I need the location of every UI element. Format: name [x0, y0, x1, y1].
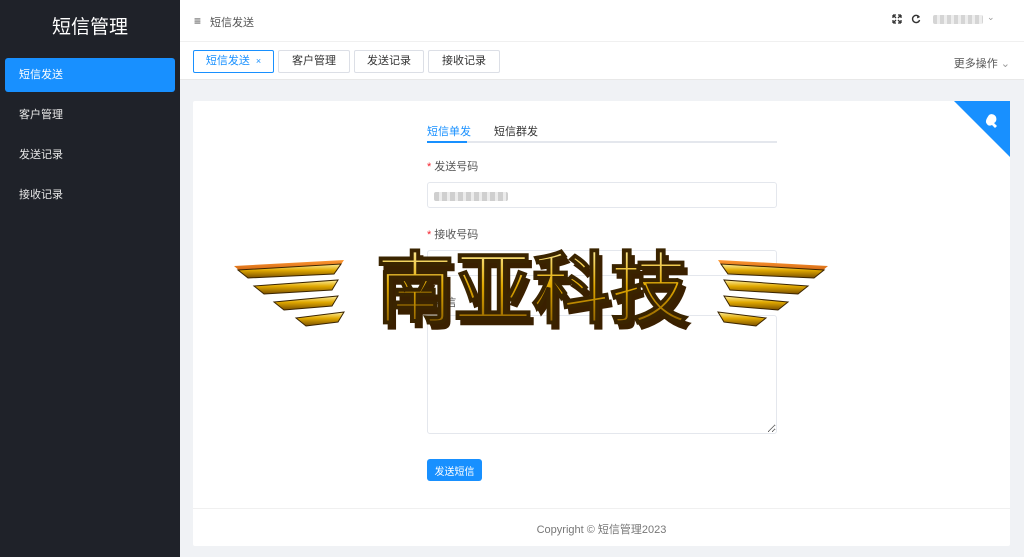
fullscreen-icon[interactable]: [892, 14, 902, 27]
sidebar-item-send-records[interactable]: 发送记录: [0, 138, 180, 172]
sender-value: [434, 192, 508, 201]
watermark-text: 南亚科技: [376, 245, 688, 335]
chevron-down-icon[interactable]: ⌄: [987, 12, 995, 23]
tab-send-records[interactable]: 发送记录: [354, 50, 424, 73]
github-corner-icon[interactable]: [954, 101, 1010, 157]
tab-sms-send[interactable]: 短信发送 ×: [193, 50, 274, 73]
top-header: ≡ 短信发送 ⌄: [180, 0, 1024, 42]
footer-divider: [193, 508, 1010, 509]
watermark-logo: 南亚科技 南亚科技: [234, 244, 828, 341]
right-wing: [717, 260, 828, 327]
tab-label: 短信发送: [205, 55, 250, 67]
sidebar: 短信管理 短信发送 客户管理 发送记录 接收记录: [0, 0, 180, 557]
left-wing: [234, 260, 345, 327]
form-tabs: 短信单发 短信群发: [427, 114, 777, 143]
tab-customers[interactable]: 客户管理: [278, 50, 350, 73]
tab-receive-records[interactable]: 接收记录: [428, 50, 500, 73]
sender-label: * 发送号码: [427, 158, 478, 174]
tab-group-send[interactable]: 短信群发: [494, 123, 538, 139]
tag-bar: 短信发送 × 客户管理 发送记录 接收记录 更多操作 ⌄: [180, 42, 1024, 80]
user-name[interactable]: [933, 15, 983, 24]
sidebar-item-receive-records[interactable]: 接收记录: [0, 178, 180, 212]
more-actions-dropdown[interactable]: 更多操作 ⌄: [954, 55, 1010, 71]
sidebar-item-sms-send[interactable]: 短信发送: [5, 58, 175, 92]
sender-label-text: 发送号码: [434, 161, 479, 173]
refresh-icon[interactable]: [911, 14, 921, 27]
app-title: 短信管理: [51, 17, 128, 38]
tab-single-send[interactable]: 短信单发: [427, 123, 471, 139]
copyright: Copyright © 短信管理2023: [536, 524, 667, 536]
close-icon[interactable]: ×: [256, 56, 261, 66]
sidebar-item-customers[interactable]: 客户管理: [0, 98, 180, 132]
active-tab-indicator: [427, 141, 467, 143]
required-mark: *: [427, 161, 432, 173]
send-sms-button[interactable]: 发送短信: [427, 459, 482, 481]
breadcrumb: 短信发送: [210, 17, 254, 29]
menu-icon[interactable]: ≡: [194, 14, 201, 28]
chevron-down-icon: ⌄: [1000, 58, 1010, 70]
more-actions-label: 更多操作: [953, 58, 998, 70]
